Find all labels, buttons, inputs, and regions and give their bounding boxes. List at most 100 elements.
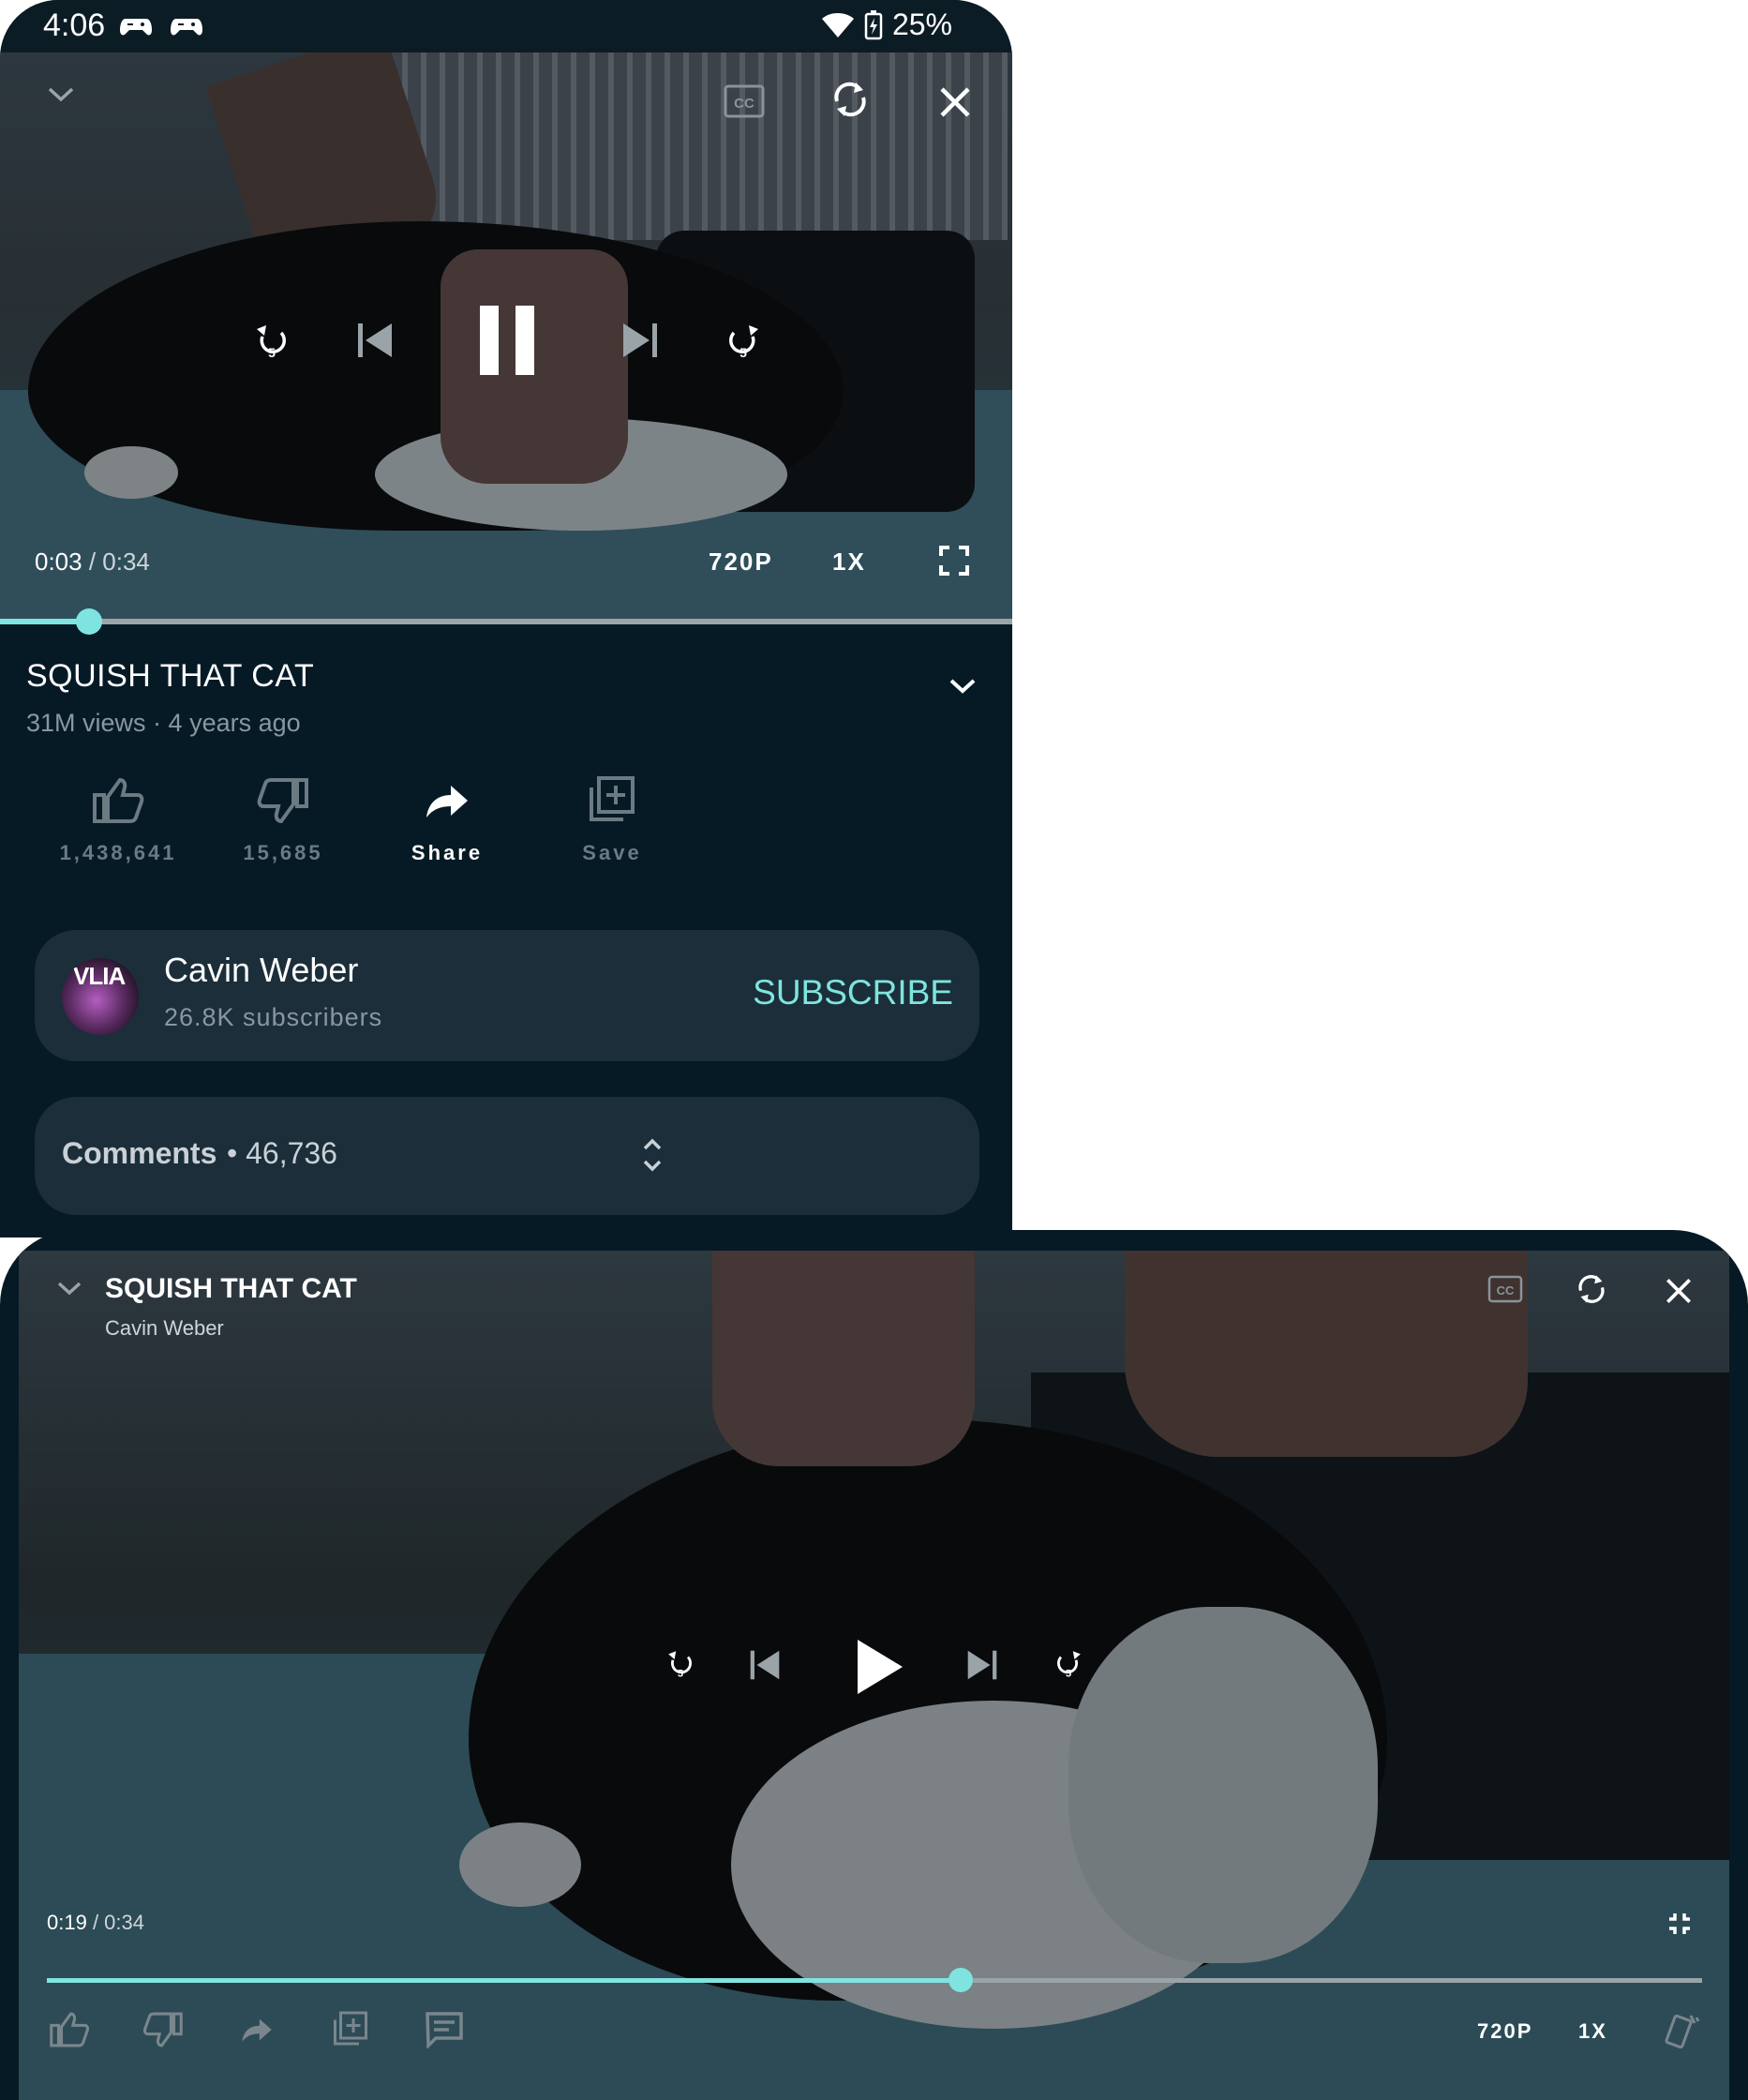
chevron-down-icon: [48, 87, 74, 102]
seek-handle[interactable]: [948, 1968, 973, 1992]
pause-button[interactable]: [469, 298, 545, 382]
captions-button[interactable]: CC: [719, 82, 769, 120]
closed-captions-icon: CC: [724, 84, 765, 118]
minimize-button[interactable]: [37, 71, 84, 118]
autoplay-repeat-button[interactable]: [1573, 1269, 1610, 1309]
time-separator: /: [86, 1911, 105, 1934]
play-icon: [858, 1640, 903, 1694]
expand-description-button[interactable]: [941, 668, 984, 705]
expand-comments-button[interactable]: [638, 1134, 666, 1176]
comments-number: 46,736: [246, 1136, 337, 1170]
like-button[interactable]: 1,438,641: [57, 776, 179, 865]
add-to-playlist-icon: [334, 2011, 367, 2046]
seek-bar[interactable]: [47, 1968, 1702, 1992]
repeat-icon: [834, 82, 866, 117]
status-time: 4:06: [43, 8, 106, 43]
like-button[interactable]: [47, 2008, 92, 2051]
fullscreen-icon: [939, 546, 969, 576]
duration: 0:34: [104, 1911, 144, 1934]
speed-button[interactable]: 1X: [1578, 2019, 1607, 2044]
close-player-button[interactable]: [932, 79, 979, 126]
share-icon: [242, 2018, 272, 2042]
comments-count: • 46,736: [227, 1136, 337, 1171]
svg-text:5: 5: [740, 345, 747, 360]
previous-video-button[interactable]: [746, 1646, 784, 1684]
playback-time: 0:03 / 0:34: [35, 548, 150, 577]
comments-separator: •: [227, 1136, 247, 1170]
share-button[interactable]: [234, 2008, 279, 2051]
subscriber-count: 26.8K subscribers: [164, 1003, 383, 1031]
avatar-text: VLIA: [73, 962, 126, 990]
skip-previous-icon: [750, 1650, 780, 1680]
rewind-5-icon: 5: [257, 325, 286, 360]
seek-progress: [47, 1978, 961, 1983]
rewind-5-button[interactable]: 5: [662, 1644, 699, 1682]
dislike-count: 15,685: [243, 841, 323, 864]
exit-fullscreen-icon: [1669, 1913, 1690, 1934]
save-button[interactable]: Save: [551, 776, 673, 865]
playback-time: 0:19 / 0:34: [47, 1911, 144, 1935]
quality-button[interactable]: 720P: [709, 548, 773, 577]
comments-button[interactable]: [422, 2008, 467, 2051]
dislike-button[interactable]: [141, 2008, 186, 2051]
skip-next-icon: [967, 1650, 997, 1680]
chevron-down-icon: [57, 1282, 82, 1296]
save-button[interactable]: [328, 2008, 373, 2051]
svg-text:5: 5: [268, 345, 276, 360]
autoplay-repeat-button[interactable]: [825, 73, 875, 126]
seek-handle[interactable]: [76, 608, 103, 635]
video-meta: 31M views · 4 years ago: [26, 709, 301, 738]
avatar[interactable]: VLIA: [62, 958, 139, 1035]
close-icon: [940, 87, 970, 117]
video-title: SQUISH THAT CAT: [105, 1273, 357, 1304]
forward-5-button[interactable]: 5: [720, 317, 767, 364]
chevron-down-icon: [949, 679, 976, 694]
thumbs-up-icon: [50, 2012, 90, 2048]
next-video-button[interactable]: [617, 317, 664, 364]
exit-fullscreen-button[interactable]: [1665, 1909, 1695, 1939]
status-right: 25%: [821, 8, 952, 42]
wifi-icon: [821, 12, 854, 38]
svg-text:CC: CC: [1497, 1283, 1515, 1298]
comments-card[interactable]: Comments • 46,736: [35, 1097, 979, 1215]
game-controller-icon: [171, 19, 202, 36]
share-button[interactable]: Share: [386, 776, 508, 865]
video-player[interactable]: CC 5 5 0:03 / 0:34 720P 1X: [0, 52, 1012, 621]
captions-button[interactable]: CC: [1485, 1273, 1526, 1305]
seek-bar[interactable]: [0, 608, 1012, 635]
rewind-5-button[interactable]: 5: [248, 317, 295, 364]
close-player-button[interactable]: [1661, 1273, 1696, 1309]
comment-icon: [426, 2012, 463, 2048]
dislike-button[interactable]: 15,685: [222, 776, 344, 865]
channel-name[interactable]: Cavin Weber: [164, 951, 358, 990]
svg-text:5: 5: [678, 1668, 683, 1679]
next-video-button[interactable]: [964, 1646, 1001, 1684]
battery-charging-icon: [864, 9, 883, 39]
thumbs-down-icon: [257, 778, 308, 824]
fullscreen-button[interactable]: [934, 540, 975, 581]
previous-video-button[interactable]: [351, 317, 398, 364]
close-icon: [1666, 1279, 1691, 1303]
comments-label: Comments: [62, 1136, 217, 1170]
duration: 0:34: [102, 548, 150, 576]
time-separator: /: [82, 548, 103, 576]
play-button[interactable]: [849, 1635, 909, 1699]
speed-button[interactable]: 1X: [832, 548, 866, 577]
portrait-player-screen: 4:06 25% CC 5 5 0:03 / 0:34 720P 1X SQUI…: [0, 0, 1012, 1238]
forward-5-button[interactable]: 5: [1050, 1644, 1087, 1682]
save-label: Save: [582, 841, 642, 864]
share-label: Share: [411, 841, 484, 864]
svg-text:CC: CC: [734, 96, 754, 112]
quality-button[interactable]: 720P: [1477, 2019, 1532, 2044]
channel-name[interactable]: Cavin Weber: [105, 1316, 224, 1341]
channel-card[interactable]: VLIA Cavin Weber 26.8K subscribers SUBSC…: [35, 930, 979, 1061]
current-time: 0:03: [35, 548, 82, 576]
add-to-playlist-icon: [590, 776, 635, 821]
rotate-screen-button[interactable]: [1661, 2010, 1702, 2051]
subscribe-button[interactable]: SUBSCRIBE: [753, 973, 953, 1012]
closed-captions-icon: CC: [1487, 1275, 1523, 1303]
minimize-button[interactable]: [51, 1275, 88, 1303]
like-count: 1,438,641: [59, 841, 177, 864]
thumbs-down-icon: [142, 2012, 183, 2048]
upload-age: 4 years ago: [168, 709, 301, 737]
